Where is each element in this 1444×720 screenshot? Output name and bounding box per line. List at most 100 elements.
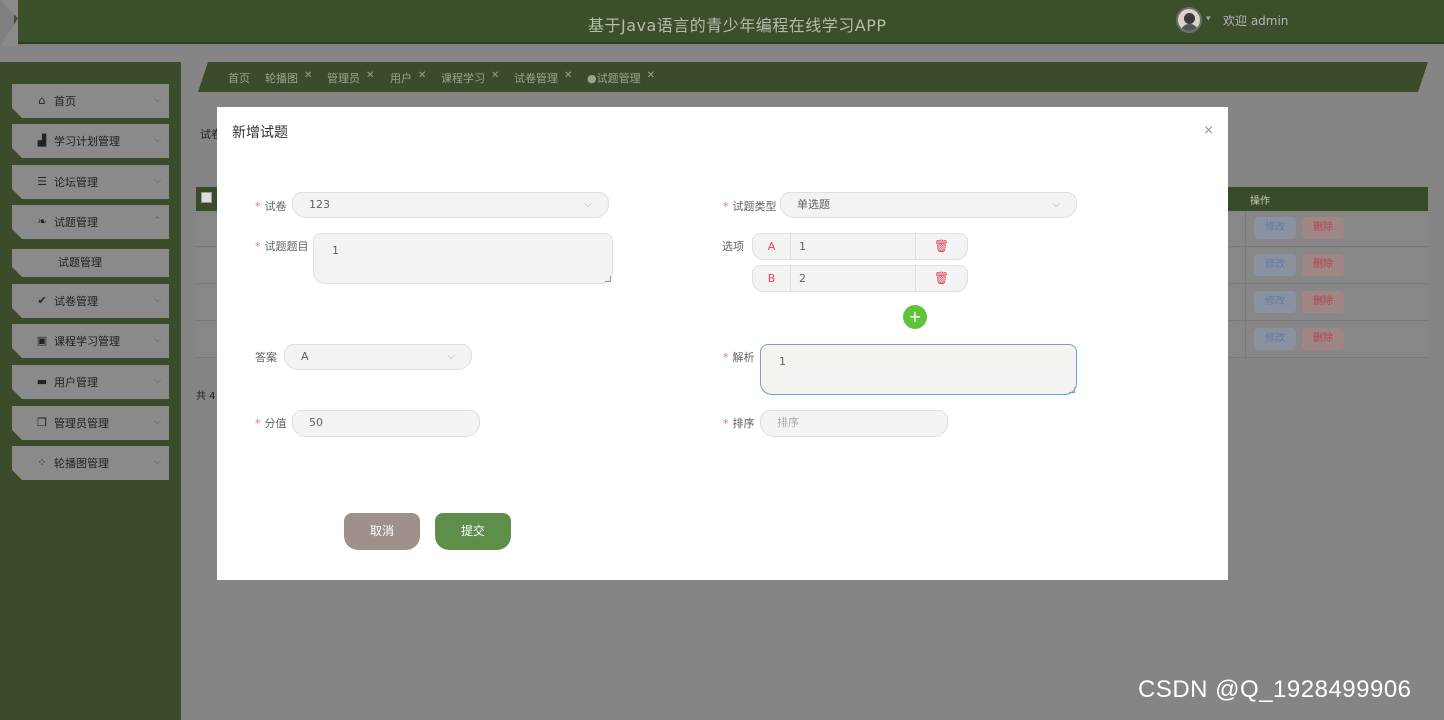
tab-label: 试卷管理 (514, 72, 558, 85)
sidebar-item-study-plan[interactable]: ▟ 学习计划管理 ⌵ (12, 124, 169, 158)
cancel-button[interactable]: 取消 (344, 513, 420, 550)
files-icon: ❐ (37, 416, 47, 429)
delete-button[interactable]: 删除 (1302, 328, 1344, 350)
top-header: 基于Java语言的青少年编程在线学习APP ▾ 欢迎 admin (0, 0, 1444, 46)
chevron-down-icon: ⌵ (154, 417, 161, 427)
sidebar-item-forum[interactable]: ☰ 论坛管理 ⌵ (12, 165, 169, 199)
sidebar-item-label: 轮播图管理 (54, 457, 109, 470)
close-icon[interactable]: ✕ (304, 70, 312, 81)
chevron-down-icon[interactable]: ▾ (1206, 14, 1211, 24)
welcome-text[interactable]: 欢迎 admin (1223, 12, 1288, 29)
sidebar-item-admins[interactable]: ❐ 管理员管理 ⌵ (12, 406, 169, 440)
chevron-down-icon: ⌵ (584, 199, 592, 210)
sidebar-item-label: 用户管理 (54, 376, 98, 389)
sidebar-item-papers[interactable]: ✔ 试卷管理 ⌵ (12, 284, 169, 318)
chevron-down-icon: ⌵ (447, 351, 455, 362)
answer-select[interactable]: A ⌵ (284, 344, 472, 370)
resize-handle[interactable] (1069, 387, 1075, 393)
chevron-down-icon: ⌵ (1052, 199, 1060, 210)
question-type-value: 单选题 (797, 198, 830, 211)
sidebar-item-label: 课程学习管理 (54, 335, 120, 348)
tab-label: 轮播图 (265, 72, 298, 85)
close-icon[interactable]: ✕ (491, 70, 499, 81)
app-title: 基于Java语言的青少年编程在线学习APP (588, 16, 887, 35)
chevron-down-icon: ⌵ (154, 95, 161, 105)
dialog-title: 新增试题 (232, 125, 288, 141)
order-placeholder: 排序 (777, 416, 799, 429)
question-title-value: 1 (332, 244, 339, 257)
chevron-down-icon: ⌵ (154, 335, 161, 345)
analysis-label: * 解析 (723, 351, 755, 364)
avatar[interactable] (1176, 7, 1202, 33)
close-icon[interactable]: ✕ (366, 70, 374, 81)
tab-papers[interactable]: 试卷管理 ✕ (514, 70, 572, 86)
sidebar-item-questions[interactable]: ❧ 试题管理 ⌃ (12, 205, 169, 239)
sidebar-item-label: 试题管理 (54, 216, 98, 229)
paper-select[interactable]: 123 ⌵ (292, 192, 609, 218)
option-key: B (753, 266, 791, 291)
delete-button[interactable]: 删除 (1302, 291, 1344, 313)
question-title-textarea[interactable]: 1 (313, 233, 613, 284)
sidebar-item-label: 论坛管理 (54, 176, 98, 189)
sidebar-item-courses[interactable]: ▣ 课程学习管理 ⌵ (12, 324, 169, 358)
tab-questions[interactable]: ●试题管理 ✕ (587, 70, 655, 86)
tab-label: 用户 (390, 72, 412, 85)
analysis-value: 1 (779, 355, 786, 368)
tab-users[interactable]: 用户 ✕ (390, 70, 426, 86)
watermark: CSDN @Q_1928499906 (1138, 676, 1412, 703)
close-icon[interactable]: ✕ (647, 70, 655, 81)
option-input[interactable]: 2 (799, 266, 806, 291)
delete-button[interactable]: 删除 (1302, 217, 1344, 239)
chevron-down-icon: ⌵ (154, 135, 161, 145)
close-icon[interactable]: ✕ (418, 70, 426, 81)
tab-home[interactable]: 首页 (228, 70, 250, 86)
edit-button[interactable]: 修改 (1254, 254, 1296, 276)
order-label: * 排序 (723, 417, 755, 430)
chevron-down-icon: ⌵ (154, 295, 161, 305)
chevron-down-icon: ⌵ (154, 376, 161, 386)
sidebar-item-label: 管理员管理 (54, 417, 109, 430)
paper-select-value: 123 (309, 198, 330, 211)
chevron-down-icon: ⌵ (154, 176, 161, 186)
submit-button[interactable]: 提交 (435, 513, 511, 550)
answer-select-value: A (301, 350, 309, 363)
option-row: A 1 🗑 (752, 233, 968, 260)
trash-icon[interactable]: 🗑 (915, 234, 967, 259)
tab-carousel[interactable]: 轮播图 ✕ (265, 70, 312, 86)
grid-icon: ⁘ (37, 456, 47, 469)
edit-button[interactable]: 修改 (1254, 291, 1296, 313)
analysis-textarea[interactable]: 1 (760, 344, 1077, 395)
close-icon[interactable]: × (1203, 123, 1214, 138)
select-all-checkbox[interactable] (201, 192, 212, 203)
monitor-icon: ▬ (36, 375, 48, 388)
column-divider (1245, 211, 1246, 359)
sidebar-subitem-questions[interactable]: 试题管理 (12, 249, 169, 277)
tab-label: ●试题管理 (587, 72, 641, 85)
edit-button[interactable]: 修改 (1254, 328, 1296, 350)
trash-icon[interactable]: 🗑 (915, 266, 967, 291)
resize-handle[interactable] (605, 276, 611, 282)
score-label: * 分值 (255, 417, 287, 430)
delete-button[interactable]: 删除 (1302, 254, 1344, 276)
sidebar-item-label: 试卷管理 (54, 295, 98, 308)
add-option-button[interactable]: + (903, 305, 927, 329)
order-input[interactable]: 排序 (760, 410, 948, 437)
options-label: 选项 (722, 240, 744, 253)
header-notch (0, 0, 18, 46)
paper-label: * 试卷 (255, 200, 287, 213)
question-type-label: * 试题类型 (723, 200, 777, 213)
sidebar-item-users[interactable]: ▬ 用户管理 ⌵ (12, 365, 169, 399)
question-title-label: * 试题题目 (255, 240, 309, 253)
sidebar-item-carousel[interactable]: ⁘ 轮播图管理 ⌵ (12, 446, 169, 480)
sidebar-item-home[interactable]: ⌂ 首页 ⌵ (12, 84, 169, 118)
score-input[interactable]: 50 (292, 410, 480, 437)
tab-label: 首页 (228, 72, 250, 85)
close-icon[interactable]: ✕ (564, 70, 572, 81)
tab-courses[interactable]: 课程学习 ✕ (441, 70, 499, 86)
option-input[interactable]: 1 (799, 234, 806, 259)
tab-admins[interactable]: 管理员 ✕ (327, 70, 374, 86)
chevron-up-icon: ⌃ (153, 216, 161, 226)
tabs-bar: 首页 轮播图 ✕ 管理员 ✕ 用户 ✕ 课程学习 ✕ 试卷管理 ✕ ●试题管理 ✕ (198, 62, 1428, 92)
edit-button[interactable]: 修改 (1254, 217, 1296, 239)
question-type-select[interactable]: 单选题 ⌵ (780, 192, 1077, 218)
